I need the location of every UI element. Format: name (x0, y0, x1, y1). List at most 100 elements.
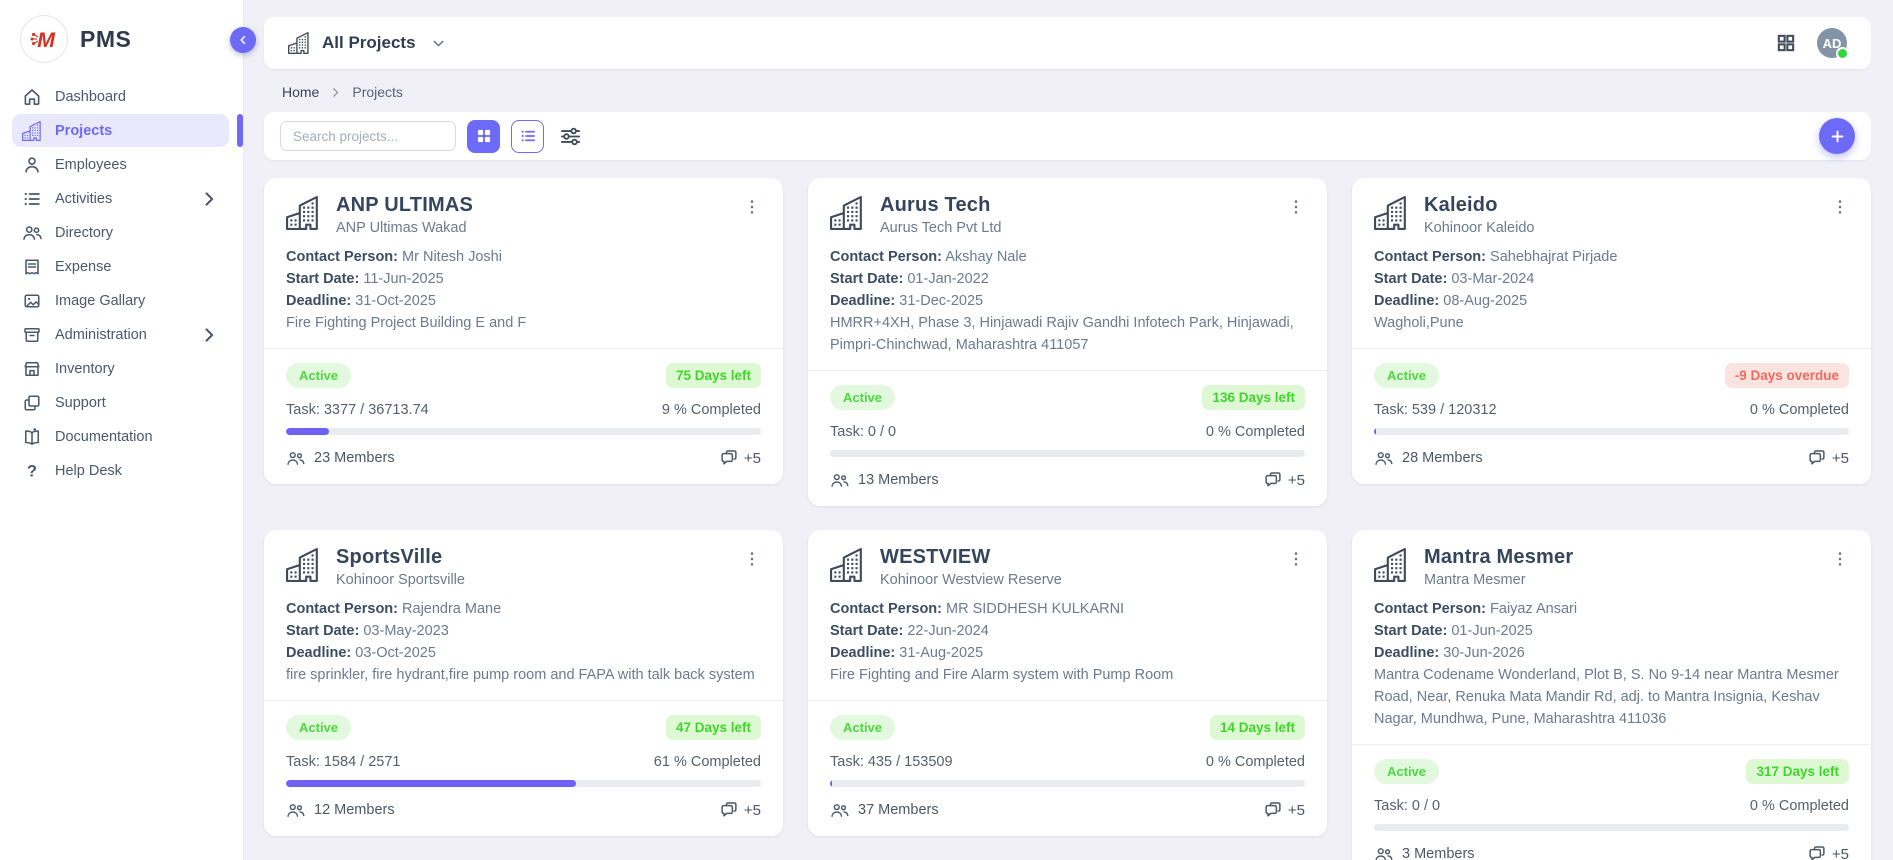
card-menu-button[interactable] (1287, 198, 1305, 216)
project-name: Aurus Tech (880, 194, 1271, 217)
buildings-icon (830, 548, 864, 582)
sidebar-item-documentation[interactable]: Documentation (12, 420, 229, 453)
completed-percent: 0 % Completed (1750, 402, 1849, 418)
chat-button[interactable]: +5 (1263, 800, 1305, 820)
sidebar-item-administration[interactable]: Administration (12, 318, 229, 351)
image-icon (22, 291, 42, 311)
deadline-line: Deadline: 03-Oct-2025 (286, 642, 761, 664)
question-icon: ? (22, 461, 42, 481)
page-title: All Projects (322, 33, 416, 53)
completed-percent: 61 % Completed (654, 754, 761, 770)
card-menu-button[interactable] (1287, 550, 1305, 568)
status-badge: Active (1374, 363, 1439, 388)
chat-icon (1263, 800, 1283, 820)
sidebar-item-label: Expense (55, 259, 111, 275)
breadcrumb-home[interactable]: Home (282, 84, 319, 100)
grid-view-button[interactable] (467, 120, 500, 153)
chat-icon (1807, 448, 1827, 468)
search-input[interactable] (280, 121, 456, 151)
app-title: PMS (80, 26, 131, 53)
svg-text:?: ? (27, 462, 37, 480)
sliders-icon (559, 125, 582, 148)
project-card[interactable]: WESTVIEW Kohinoor Westview Reserve Conta… (808, 530, 1327, 836)
archive-icon (22, 325, 42, 345)
add-project-button[interactable] (1819, 118, 1855, 154)
task-count: Task: 0 / 0 (1374, 798, 1440, 814)
sidebar: M PMS Dashboard Projects Employees Activ… (0, 0, 244, 860)
app-root: M PMS Dashboard Projects Employees Activ… (0, 0, 1893, 860)
chat-count: +5 (1288, 802, 1305, 819)
projects-toolbar (264, 112, 1871, 160)
progress-bar (830, 780, 1305, 787)
list-icon (22, 189, 42, 209)
sidebar-item-projects[interactable]: Projects (12, 114, 229, 147)
chevron-right-icon (329, 86, 342, 99)
project-description: Fire Fighting Project Building E and F (286, 312, 761, 334)
project-name: ANP ULTIMAS (336, 194, 727, 217)
buildings-icon (1374, 548, 1408, 582)
project-description: Mantra Codename Wonderland, Plot B, S. N… (1374, 664, 1849, 730)
apps-grid-button[interactable] (1775, 32, 1797, 54)
receipt-icon (22, 257, 42, 277)
person-icon (22, 155, 42, 175)
chat-button[interactable]: +5 (1807, 448, 1849, 468)
completed-percent: 0 % Completed (1750, 798, 1849, 814)
members-icon (1374, 449, 1393, 468)
list-view-button[interactable] (511, 120, 544, 153)
project-selector-dropdown[interactable]: All Projects (288, 32, 447, 54)
project-name: Kaleido (1424, 194, 1815, 217)
members-icon (1374, 845, 1393, 860)
project-name: Mantra Mesmer (1424, 546, 1815, 569)
chat-button[interactable]: +5 (719, 800, 761, 820)
card-menu-button[interactable] (1831, 198, 1849, 216)
card-menu-button[interactable] (743, 198, 761, 216)
user-avatar[interactable]: AD (1817, 28, 1847, 58)
status-badge: Active (830, 715, 895, 740)
chat-button[interactable]: +5 (1263, 470, 1305, 490)
sidebar-item-inventory[interactable]: Inventory (12, 352, 229, 385)
sidebar-item-employees[interactable]: Employees (12, 148, 229, 181)
status-badge: Active (286, 363, 351, 388)
project-subtitle: Mantra Mesmer (1424, 572, 1815, 588)
task-count: Task: 0 / 0 (830, 424, 896, 440)
filter-button[interactable] (555, 121, 585, 151)
buildings-icon (288, 32, 310, 54)
sidebar-item-directory[interactable]: Directory (12, 216, 229, 249)
project-card[interactable]: SportsVille Kohinoor Sportsville Contact… (264, 530, 783, 836)
deadline-line: Deadline: 31-Aug-2025 (830, 642, 1305, 664)
grid-view-icon (475, 127, 493, 145)
sidebar-item-activities[interactable]: Activities (12, 182, 229, 215)
chat-button[interactable]: +5 (1807, 844, 1849, 860)
buildings-icon (286, 548, 320, 582)
sidebar-collapse-button[interactable] (230, 27, 256, 53)
chat-icon (1263, 470, 1283, 490)
project-description: Wagholi,Pune (1374, 312, 1849, 334)
progress-fill (1374, 428, 1376, 435)
progress-fill (286, 780, 576, 787)
sidebar-item-help-desk[interactable]: ? Help Desk (12, 454, 229, 487)
start-date-line: Start Date: 01-Jun-2025 (1374, 620, 1849, 642)
days-badge: -9 Days overdue (1725, 363, 1849, 388)
chat-count: +5 (1832, 450, 1849, 467)
card-menu-button[interactable] (1831, 550, 1849, 568)
contact-person-line: Contact Person: Sahebhajrat Pirjade (1374, 246, 1849, 268)
chat-icon (1807, 844, 1827, 860)
sidebar-item-label: Documentation (55, 429, 153, 445)
project-card[interactable]: Aurus Tech Aurus Tech Pvt Ltd Contact Pe… (808, 178, 1327, 506)
sidebar-item-image-gallary[interactable]: Image Gallary (12, 284, 229, 317)
deadline-line: Deadline: 08-Aug-2025 (1374, 290, 1849, 312)
submenu-chevron-icon (199, 325, 219, 345)
project-card[interactable]: ANP ULTIMAS ANP Ultimas Wakad Contact Pe… (264, 178, 783, 484)
sidebar-item-expense[interactable]: Expense (12, 250, 229, 283)
project-card[interactable]: Kaleido Kohinoor Kaleido Contact Person:… (1352, 178, 1871, 484)
project-card[interactable]: Mantra Mesmer Mantra Mesmer Contact Pers… (1352, 530, 1871, 860)
sidebar-item-dashboard[interactable]: Dashboard (12, 80, 229, 113)
completed-percent: 0 % Completed (1206, 754, 1305, 770)
chat-button[interactable]: +5 (719, 448, 761, 468)
progress-bar (830, 450, 1305, 457)
card-menu-button[interactable] (743, 550, 761, 568)
sidebar-item-support[interactable]: Support (12, 386, 229, 419)
members-count: 37 Members (830, 801, 939, 820)
chat-count: +5 (744, 450, 761, 467)
sidebar-item-label: Directory (55, 225, 113, 241)
